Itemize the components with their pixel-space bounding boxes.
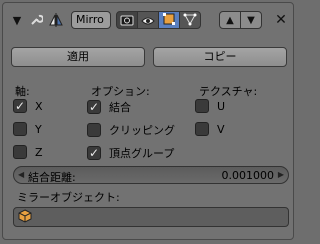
merge-distance-label: 結合距離:: [28, 171, 76, 184]
cage-icon: [183, 11, 197, 30]
editmode-toggle[interactable]: [158, 11, 180, 29]
decrement-arrow-icon[interactable]: ◀: [18, 170, 24, 179]
move-down-icon[interactable]: ▼: [240, 11, 262, 29]
mirror-modifier-panel: ▼ Mirro ▲ ▼ ✕ 適用 コピー 軸: ✓ X Y Z オプション: ✓…: [2, 2, 294, 240]
axis-x-label: X: [35, 99, 43, 113]
clipping-label: クリッピング: [109, 124, 175, 137]
clipping-checkbox[interactable]: クリッピング: [87, 122, 175, 138]
apply-button[interactable]: 適用: [11, 47, 145, 67]
texture-v-checkbox[interactable]: V: [195, 122, 225, 136]
merge-label: 結合: [109, 101, 131, 114]
texture-u-checkbox[interactable]: U: [195, 99, 225, 113]
mirror-object-label: ミラーオブジェクト:: [17, 191, 120, 204]
checkbox-empty-icon: [13, 122, 27, 136]
axis-z-label: Z: [35, 145, 43, 159]
axis-x-checkbox[interactable]: ✓ X: [13, 99, 43, 113]
checkbox-empty-icon: [87, 123, 101, 137]
checkbox-checked-icon: ✓: [13, 99, 27, 113]
camera-icon: [120, 11, 134, 30]
axis-y-checkbox[interactable]: Y: [13, 122, 42, 136]
increment-arrow-icon[interactable]: ▶: [278, 170, 284, 179]
axis-y-label: Y: [35, 122, 42, 136]
modifier-name-field[interactable]: Mirro: [71, 11, 111, 29]
texture-title: テクスチャ:: [199, 85, 258, 98]
vertex-group-label: 頂点グループ: [109, 147, 175, 160]
mirror-object-field[interactable]: [13, 207, 289, 227]
merge-checkbox[interactable]: ✓ 結合: [87, 99, 131, 115]
object-cube-icon: [18, 208, 32, 227]
merge-distance-value: 0.001000: [221, 169, 275, 182]
mirror-modifier-icon: [47, 11, 65, 29]
close-icon[interactable]: ✕: [271, 11, 291, 29]
viewport-toggle[interactable]: [137, 11, 159, 29]
eye-icon: [141, 11, 155, 30]
checkbox-checked-icon: ✓: [87, 100, 101, 114]
render-toggle[interactable]: [116, 11, 138, 29]
axis-z-checkbox[interactable]: Z: [13, 145, 43, 159]
vertex-group-checkbox[interactable]: ✓ 頂点グループ: [87, 145, 174, 161]
texture-u-label: U: [217, 99, 226, 113]
axis-title: 軸:: [15, 85, 30, 98]
options-title: オプション:: [91, 85, 150, 98]
checkbox-empty-icon: [195, 99, 209, 113]
merge-distance-field[interactable]: ◀ 結合距離: 0.001000 ▶: [13, 166, 289, 184]
checkbox-empty-icon: [13, 145, 27, 159]
editmode-icon: [162, 11, 176, 30]
collapse-arrow-icon[interactable]: ▼: [9, 11, 25, 29]
checkbox-checked-icon: ✓: [87, 146, 101, 160]
texture-v-label: V: [217, 122, 225, 136]
wrench-icon: [27, 11, 45, 29]
copy-button[interactable]: コピー: [153, 47, 287, 67]
move-up-icon[interactable]: ▲: [219, 11, 241, 29]
checkbox-empty-icon: [195, 122, 209, 136]
modifier-header: ▼ Mirro ▲ ▼ ✕: [9, 9, 293, 31]
cage-toggle[interactable]: [179, 11, 201, 29]
